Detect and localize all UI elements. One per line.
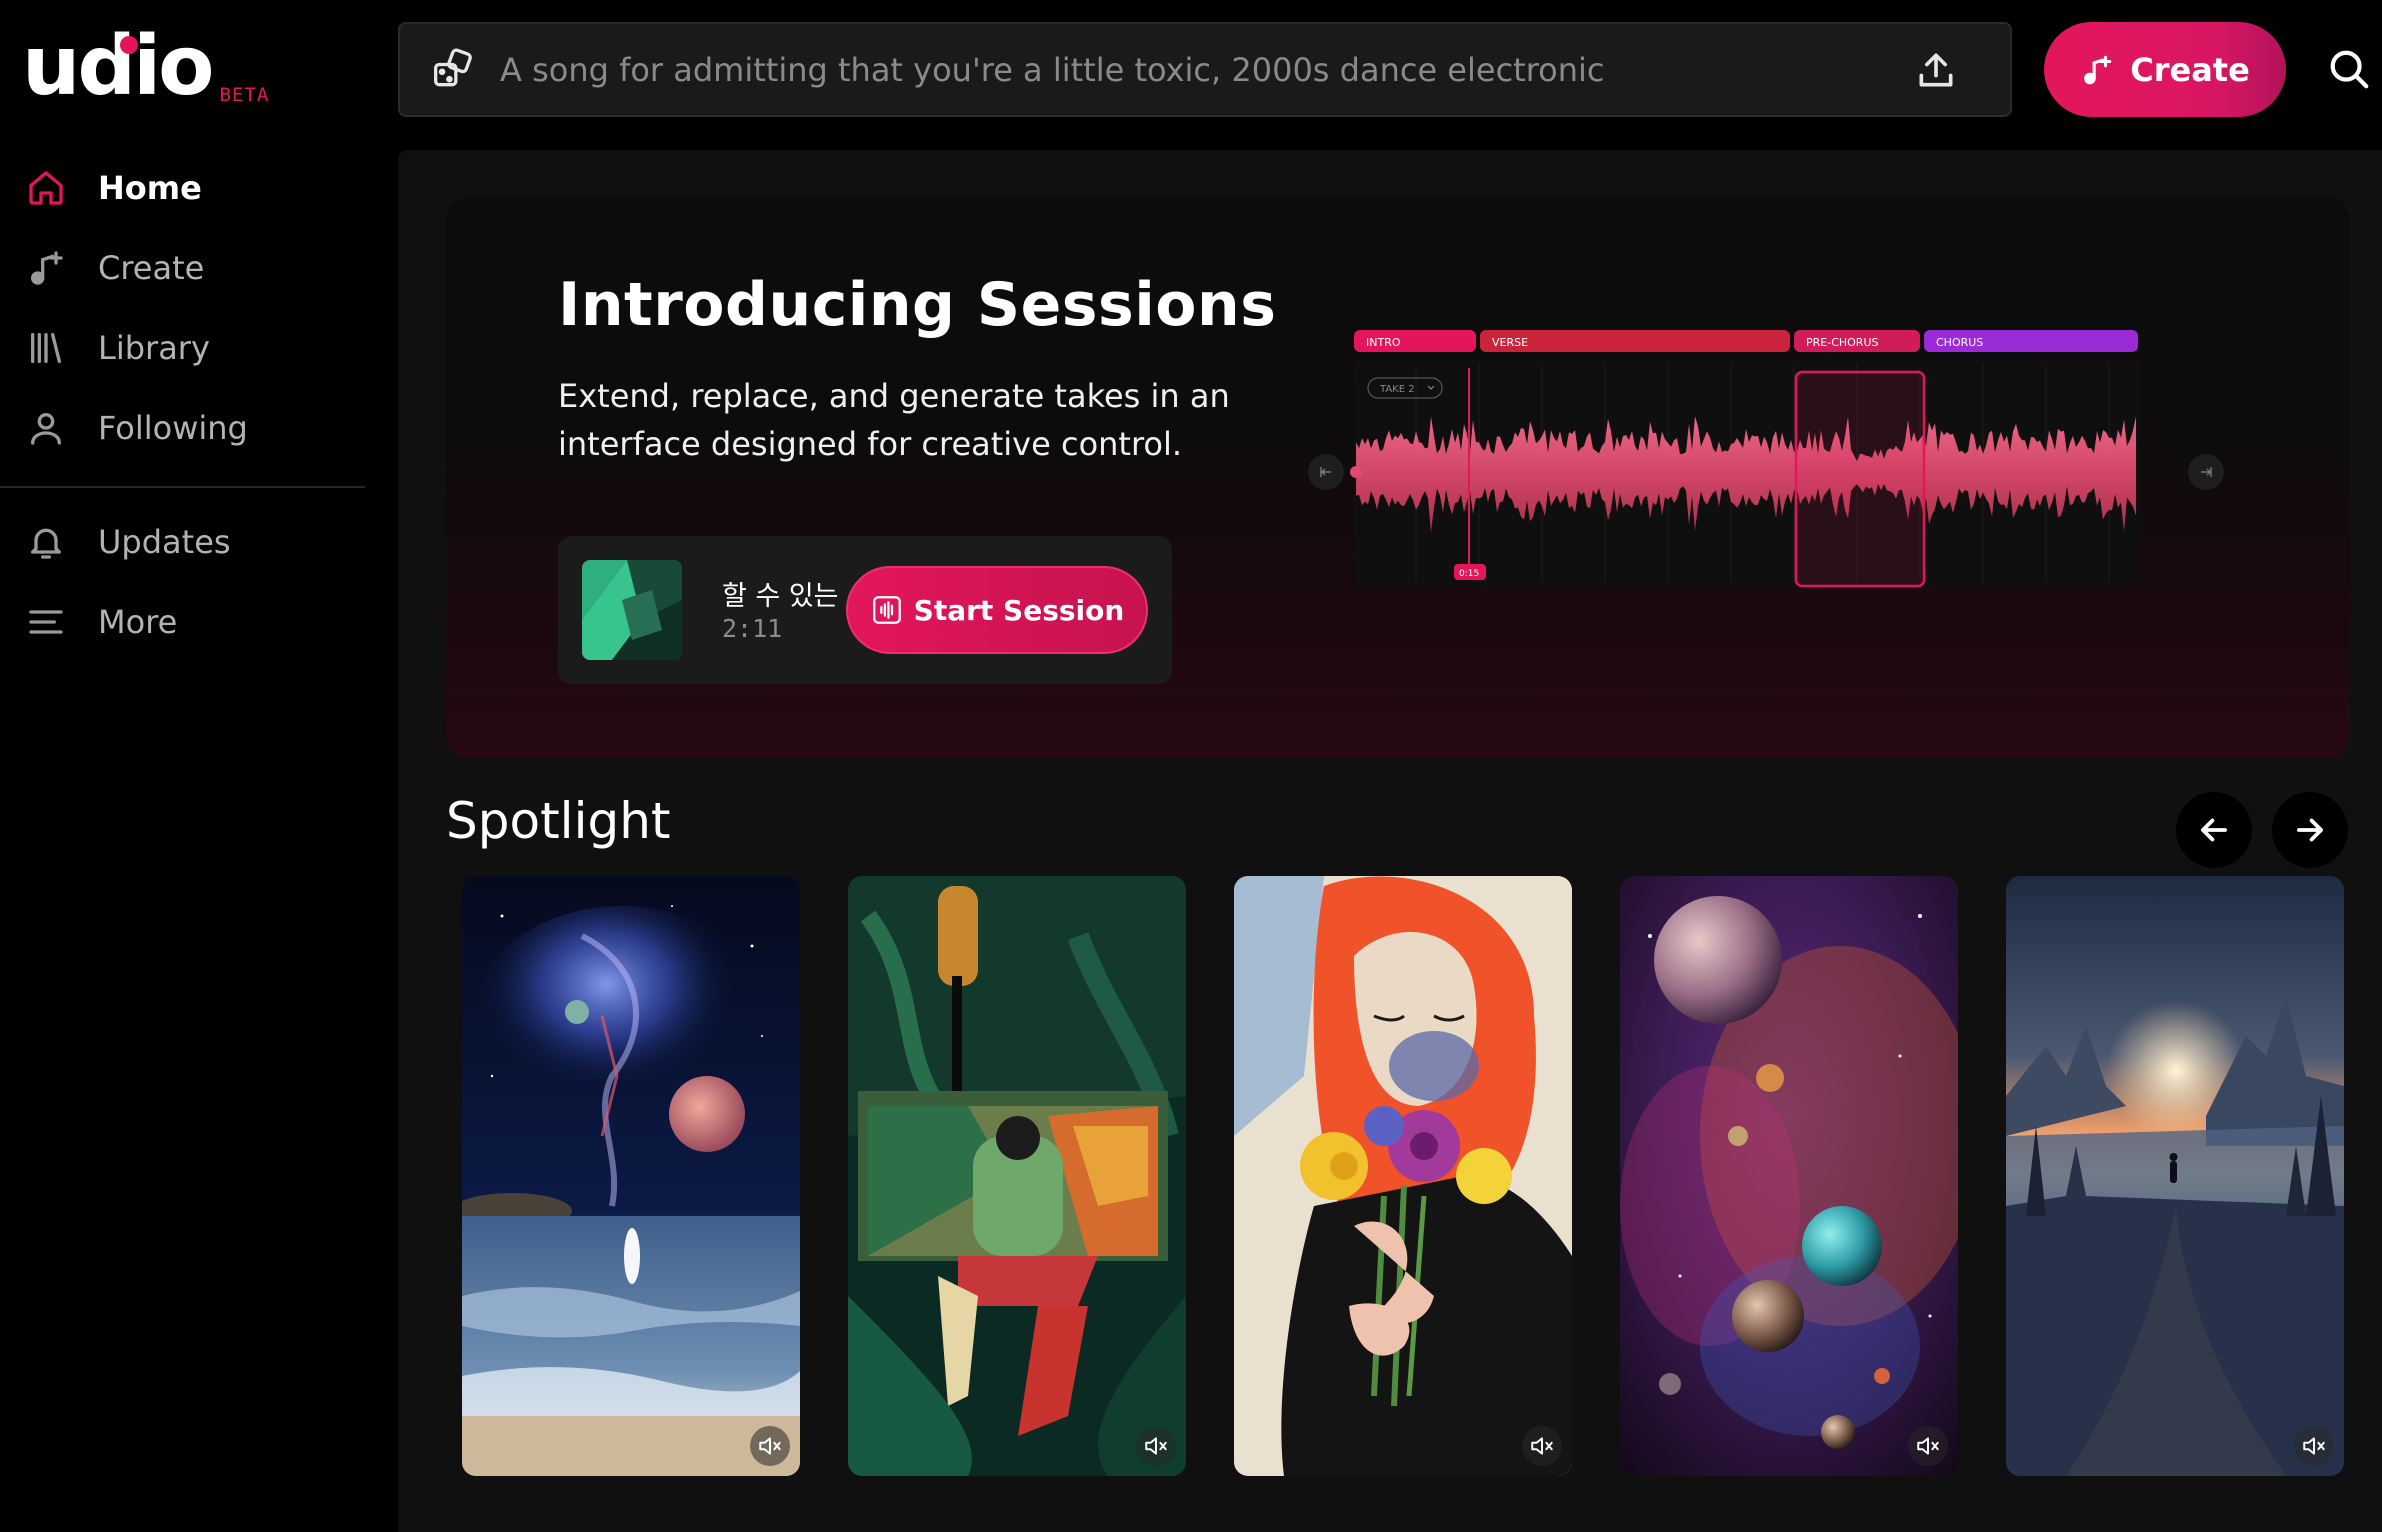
upload-icon[interactable] (1914, 48, 1958, 92)
painted-figure-art (848, 876, 1186, 1476)
section-label-verse: VERSE (1492, 336, 1528, 349)
udio-logo[interactable]: udio BETA (22, 19, 270, 114)
speaker-muted-icon (1145, 1437, 1167, 1455)
spotlight-card[interactable] (2006, 876, 2344, 1476)
sidebar-item-following[interactable]: Following (0, 388, 365, 468)
library-icon (30, 333, 61, 363)
music-plus-icon (2084, 55, 2112, 84)
menu-lines-icon (29, 610, 63, 634)
section-label-intro: INTRO (1366, 336, 1401, 349)
section-label-chorus: CHORUS (1936, 336, 1983, 349)
sidebar-item-more[interactable]: More (0, 582, 365, 662)
waveform-preview: INTRO VERSE PRE-CHORUS CHORUS TAKE 2 0:1… (1306, 328, 2246, 618)
main-nav: Home Create Library Following (0, 148, 365, 468)
main-content: Introducing Sessions Extend, replace, an… (398, 150, 2382, 1532)
bell-icon (30, 528, 61, 559)
sidebar-item-create[interactable]: Create (0, 228, 365, 308)
speaker-muted-icon (2303, 1437, 2325, 1455)
spotlight-card[interactable] (1234, 876, 1572, 1476)
sidebar: udio BETA Home Create Library Following (0, 0, 365, 1532)
logo-wordmark: udio (22, 19, 215, 114)
create-button-label: Create (2130, 50, 2250, 89)
waveform-icon (872, 596, 901, 624)
mountain-sunset-art (2006, 876, 2344, 1476)
mute-button[interactable] (1136, 1426, 1176, 1466)
spotlight-card[interactable] (462, 876, 800, 1476)
sidebar-item-updates[interactable]: Updates (0, 502, 365, 582)
sidebar-item-library[interactable]: Library (0, 308, 365, 388)
home-icon (29, 171, 63, 205)
mute-button[interactable] (1908, 1426, 1948, 1466)
random-prompt-icon[interactable] (432, 47, 476, 92)
waveform-svg: INTRO VERSE PRE-CHORUS CHORUS TAKE 2 0:1… (1308, 330, 2224, 588)
take-label: TAKE 2 (1379, 384, 1415, 395)
app-root: udio BETA Home Create Library Following (0, 0, 2382, 1532)
song-duration: 2:11 (722, 614, 783, 643)
mute-button[interactable] (750, 1426, 790, 1466)
spotlight-next-button[interactable] (2272, 792, 2348, 868)
red-hair-bouquet-art (1234, 876, 1572, 1476)
start-session-label: Start Session (913, 593, 1125, 627)
hero-description: Extend, replace, and generate takes in a… (558, 377, 1230, 463)
selection-region[interactable] (1794, 370, 1926, 588)
sidebar-item-label: More (98, 603, 178, 641)
nav-divider (0, 486, 365, 488)
sidebar-item-label: Home (98, 169, 202, 207)
spotlight-card[interactable] (848, 876, 1186, 1476)
sidebar-item-label: Library (98, 329, 210, 367)
music-plus-icon (31, 251, 63, 285)
cosmic-beach-art (462, 876, 800, 1476)
create-button[interactable]: Create (2044, 22, 2286, 117)
secondary-nav: Updates More (0, 502, 365, 662)
speaker-muted-icon (759, 1437, 781, 1455)
sidebar-item-label: Updates (98, 523, 231, 561)
arrow-left-icon (2201, 818, 2227, 842)
spotlight-title: Spotlight (446, 792, 671, 850)
arrow-right-icon (2297, 818, 2323, 842)
speaker-muted-icon (1917, 1437, 1939, 1455)
search-icon[interactable] (2326, 46, 2372, 92)
spotlight-card[interactable] (1620, 876, 1958, 1476)
sidebar-item-label: Create (98, 249, 205, 287)
sidebar-item-label: Following (98, 409, 248, 447)
speaker-muted-icon (1531, 1437, 1553, 1455)
playhead-time: 0:15 (1459, 569, 1479, 579)
user-icon (30, 413, 61, 445)
song-title: 할 수 있는 (722, 581, 839, 612)
sessions-hero: Introducing Sessions Extend, replace, an… (446, 198, 2350, 758)
start-session-button[interactable]: Start Session (846, 566, 1148, 654)
beta-badge: BETA (219, 84, 270, 106)
session-song-card: 할 수 있는 2:11 Start Session (558, 536, 1172, 684)
song-cover-art (582, 560, 682, 660)
mute-button[interactable] (2294, 1426, 2334, 1466)
hero-title: Introducing Sessions (558, 270, 1277, 340)
prompt-input[interactable] (500, 39, 1914, 100)
section-label-pre-chorus: PRE-CHORUS (1806, 336, 1879, 349)
mute-button[interactable] (1522, 1426, 1562, 1466)
prompt-bar (398, 22, 2012, 117)
sidebar-item-home[interactable]: Home (0, 148, 365, 228)
spotlight-prev-button[interactable] (2176, 792, 2252, 868)
waveform-start-handle[interactable] (1350, 466, 1362, 478)
logo-dot (120, 36, 138, 54)
planets-nebula-art (1620, 876, 1958, 1476)
